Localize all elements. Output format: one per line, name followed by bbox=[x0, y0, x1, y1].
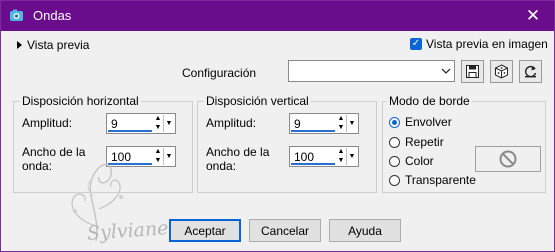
expand-triangle-icon bbox=[17, 41, 22, 49]
configuration-label: Configuración bbox=[182, 66, 257, 80]
horizontal-amplitude-label: Amplitud: bbox=[22, 116, 73, 130]
title-bar: Ondas ✕ bbox=[1, 1, 554, 31]
preview-disclosure-label: Vista previa bbox=[27, 38, 90, 52]
configuration-combobox[interactable] bbox=[288, 60, 455, 82]
edge-option-wrap[interactable]: Envolver bbox=[389, 115, 452, 129]
reset-icon bbox=[525, 65, 537, 78]
edge-color-swatch[interactable] bbox=[475, 146, 541, 172]
vertical-amplitude-slider[interactable] bbox=[291, 130, 335, 132]
camera-app-icon bbox=[10, 9, 23, 21]
edge-option-label: Envolver bbox=[405, 115, 452, 129]
ok-button[interactable]: Aceptar bbox=[169, 219, 241, 242]
radio-icon bbox=[389, 155, 400, 167]
preview-disclosure[interactable]: Vista previa bbox=[17, 38, 89, 52]
no-color-icon bbox=[499, 150, 517, 168]
edge-option-label: Repetir bbox=[405, 135, 444, 149]
save-preset-button[interactable] bbox=[461, 60, 484, 83]
floppy-disk-icon bbox=[466, 65, 479, 78]
vertical-amplitude-label: Amplitud: bbox=[206, 116, 257, 130]
chevron-down-icon bbox=[441, 68, 451, 74]
vertical-group-title: Disposición vertical bbox=[204, 94, 311, 108]
horizontal-amplitude-spinner[interactable]: 9 ▲ ▼ ▼ bbox=[106, 113, 176, 134]
radio-icon bbox=[389, 136, 400, 148]
preview-on-image-checkbox[interactable]: ✓ Vista previa en imagen bbox=[410, 37, 548, 51]
dice-icon bbox=[495, 64, 508, 79]
close-button[interactable]: ✕ bbox=[512, 1, 554, 31]
spin-up-down-icon[interactable]: ▲ ▼ bbox=[336, 115, 346, 132]
spin-up-down-icon[interactable]: ▲ ▼ bbox=[153, 115, 163, 132]
vertical-wavelength-label-line2: onda: bbox=[206, 159, 237, 173]
ondas-dialog: Ondas ✕ Vista previa ✓ Vista previa en i… bbox=[0, 0, 555, 252]
vertical-amplitude-spinner[interactable]: 9 ▲ ▼ ▼ bbox=[289, 113, 359, 134]
vertical-wavelength-spinner[interactable]: 100 ▲ ▼ ▼ bbox=[289, 146, 359, 167]
randomize-button[interactable] bbox=[490, 60, 513, 83]
close-icon: ✕ bbox=[525, 6, 541, 25]
vertical-wavelength-slider[interactable] bbox=[291, 163, 335, 165]
horizontal-amplitude-slider[interactable] bbox=[108, 130, 152, 132]
dropdown-arrow-icon[interactable]: ▼ bbox=[163, 115, 174, 132]
vertical-amplitude-value: 9 bbox=[294, 117, 301, 131]
horizontal-amplitude-value: 9 bbox=[111, 117, 118, 131]
preview-on-image-label: Vista previa en imagen bbox=[426, 37, 548, 51]
horizontal-group-title: Disposición horizontal bbox=[20, 94, 141, 108]
help-button[interactable]: Ayuda bbox=[329, 219, 401, 242]
spin-up-down-icon[interactable]: ▲ ▼ bbox=[336, 148, 346, 165]
vertical-wavelength-value: 100 bbox=[294, 150, 315, 164]
dropdown-arrow-icon[interactable]: ▼ bbox=[346, 115, 357, 132]
edge-option-color[interactable]: Color bbox=[389, 154, 434, 168]
edge-option-repeat[interactable]: Repetir bbox=[389, 135, 444, 149]
vertical-wavelength-label-line1: Ancho de la bbox=[206, 145, 270, 159]
checkmark-icon: ✓ bbox=[410, 38, 422, 50]
cancel-button[interactable]: Cancelar bbox=[249, 219, 321, 242]
edge-option-label: Transparente bbox=[405, 173, 476, 187]
reset-button[interactable] bbox=[519, 60, 542, 83]
dropdown-arrow-icon[interactable]: ▼ bbox=[346, 148, 357, 165]
radio-selected-icon bbox=[389, 116, 400, 128]
window-title: Ondas bbox=[33, 8, 72, 23]
edge-option-label: Color bbox=[405, 154, 434, 168]
radio-icon bbox=[389, 174, 400, 186]
edge-option-transparent[interactable]: Transparente bbox=[389, 173, 476, 187]
edge-mode-group-title: Modo de borde bbox=[387, 94, 472, 108]
